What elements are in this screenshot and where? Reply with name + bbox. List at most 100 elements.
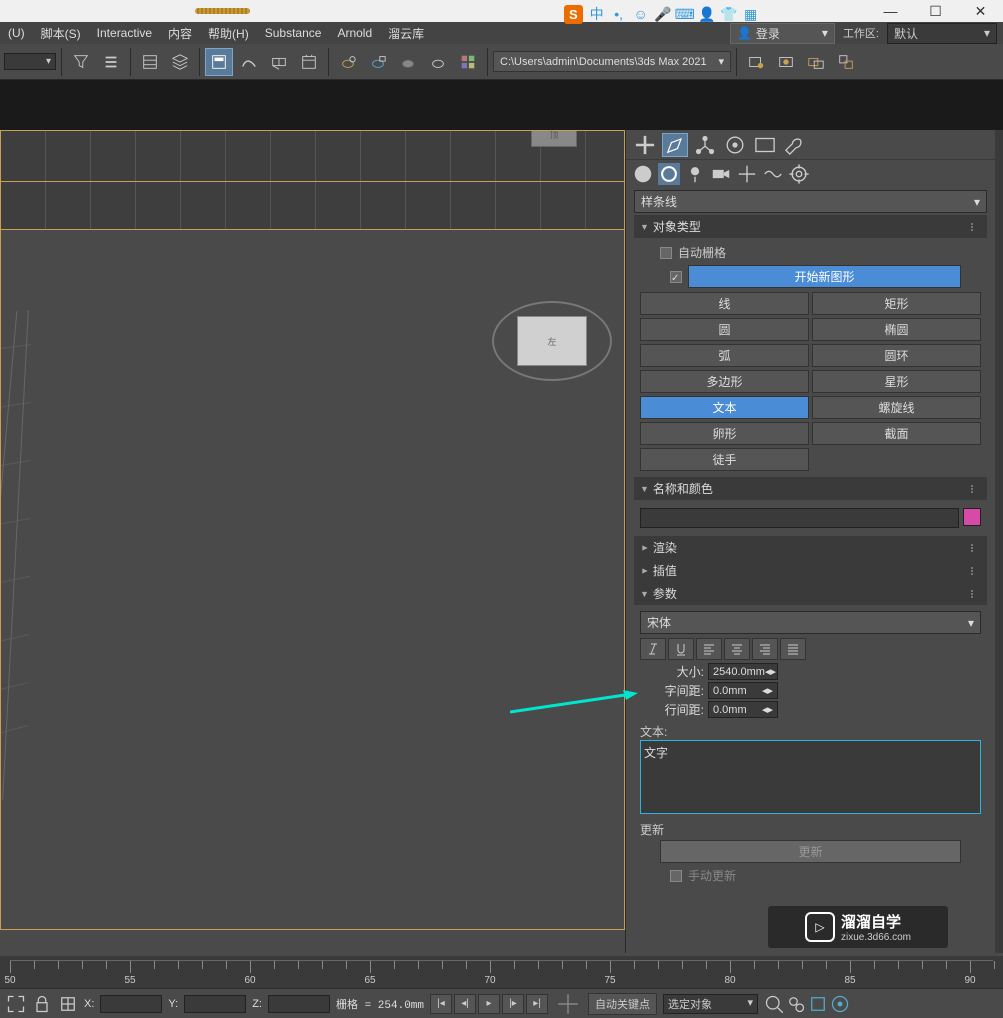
layers-icon[interactable]: [166, 48, 194, 76]
material-editor-icon[interactable]: [454, 48, 482, 76]
rectangle-button[interactable]: 矩形: [812, 292, 981, 315]
size-spinner[interactable]: 2540.0mm◂▸: [708, 663, 778, 680]
zoom-all-icon[interactable]: [786, 994, 806, 1014]
teapot-render-icon[interactable]: [394, 48, 422, 76]
update-button[interactable]: 更新: [660, 840, 961, 863]
params-header[interactable]: ▼ 参数: [634, 582, 987, 605]
project-path[interactable]: C:\Users\admin\Documents\3ds Max 2021▾: [493, 51, 731, 72]
create-tab-icon[interactable]: [632, 133, 658, 157]
goto-start-button[interactable]: |◂: [430, 994, 452, 1014]
emoji-icon[interactable]: ☺: [633, 6, 649, 22]
geometry-icon[interactable]: [632, 163, 654, 185]
menu-u[interactable]: (U): [0, 23, 33, 43]
x-input[interactable]: [100, 995, 162, 1013]
zoom-icon[interactable]: [764, 994, 784, 1014]
menu-cloud[interactable]: 溜云库: [380, 22, 432, 45]
menu-script[interactable]: 脚本(S): [33, 22, 89, 45]
list-icon[interactable]: [97, 48, 125, 76]
viewcube-top-small[interactable]: 顶: [531, 130, 577, 147]
helpers-icon[interactable]: [736, 163, 758, 185]
ngon-button[interactable]: 多边形: [640, 370, 809, 393]
cameras-icon[interactable]: [710, 163, 732, 185]
circle-button[interactable]: 圆: [640, 318, 809, 341]
color-swatch[interactable]: [963, 508, 981, 526]
grid-icon[interactable]: ▦: [743, 6, 759, 22]
italic-button[interactable]: [640, 638, 666, 660]
user-icon[interactable]: 👤: [699, 6, 715, 22]
helix-button[interactable]: 螺旋线: [812, 396, 981, 419]
key-filter-dropdown[interactable]: 选定对象▾: [663, 994, 758, 1014]
workspace-dropdown[interactable]: 默认▾: [887, 23, 997, 44]
curve-editor-icon[interactable]: [235, 48, 263, 76]
schematic-icon[interactable]: [136, 48, 164, 76]
snap-dropdown[interactable]: ▾: [4, 53, 56, 70]
render-state-icon[interactable]: [802, 48, 830, 76]
render-batch-icon[interactable]: [832, 48, 860, 76]
key-mode-icon[interactable]: [554, 994, 582, 1014]
donut-button[interactable]: 圆环: [812, 344, 981, 367]
spacewarps-icon[interactable]: [762, 163, 784, 185]
text-input[interactable]: [640, 740, 981, 814]
lights-icon[interactable]: [684, 163, 706, 185]
mic-icon[interactable]: 🎤: [655, 6, 671, 22]
z-input[interactable]: [268, 995, 330, 1013]
kerning-spinner[interactable]: 0.0mm◂▸: [708, 682, 778, 699]
ime-toolbar[interactable]: S 中 •, ☺ 🎤 ⌨ 👤 👕 ▦: [564, 2, 759, 26]
align-justify-button[interactable]: [780, 638, 806, 660]
render-frame-icon[interactable]: [772, 48, 800, 76]
menu-content[interactable]: 内容: [160, 22, 200, 45]
interp-header[interactable]: ▼ 插值: [634, 559, 987, 582]
menu-arnold[interactable]: Arnold: [329, 23, 380, 43]
menu-help[interactable]: 帮助(H): [200, 22, 257, 45]
close-button[interactable]: ✕: [958, 0, 1003, 22]
next-frame-button[interactable]: |▸: [502, 994, 524, 1014]
section-button[interactable]: 截面: [812, 422, 981, 445]
manual-update-checkbox[interactable]: [670, 870, 682, 882]
minimize-button[interactable]: —: [868, 0, 913, 22]
timeline[interactable]: 505560657075808590: [0, 956, 1003, 988]
lock-icon[interactable]: [32, 994, 52, 1014]
toggle-ribbon-icon[interactable]: [205, 48, 233, 76]
prev-frame-button[interactable]: ◂|: [454, 994, 476, 1014]
start-new-checkbox[interactable]: [670, 271, 682, 283]
align-center-button[interactable]: [724, 638, 750, 660]
timeline-ruler[interactable]: 505560657075808590: [10, 960, 993, 986]
egg-button[interactable]: 卵形: [640, 422, 809, 445]
font-dropdown[interactable]: 宋体▾: [640, 611, 981, 634]
render-header[interactable]: ▼ 渲染: [634, 536, 987, 559]
menu-substance[interactable]: Substance: [257, 23, 330, 43]
motion-tab-icon[interactable]: [722, 133, 748, 157]
zoom-extents-icon[interactable]: [808, 994, 828, 1014]
auto-grid-checkbox[interactable]: [660, 247, 672, 259]
shapes-icon[interactable]: [658, 163, 680, 185]
dope-sheet-icon[interactable]: [265, 48, 293, 76]
orbit-icon[interactable]: [830, 994, 850, 1014]
name-color-header[interactable]: ▼ 名称和颜色: [634, 477, 987, 500]
keyboard-icon[interactable]: ⌨: [677, 6, 693, 22]
lang-icon[interactable]: 中: [589, 6, 605, 22]
line-button[interactable]: 线: [640, 292, 809, 315]
selection-filter-icon[interactable]: [67, 48, 95, 76]
viewport-perspective[interactable]: 左: [0, 230, 625, 930]
freehand-button[interactable]: 徒手: [640, 448, 809, 471]
skin-icon[interactable]: 👕: [721, 6, 737, 22]
align-left-button[interactable]: [696, 638, 722, 660]
y-input[interactable]: [184, 995, 246, 1013]
leading-spinner[interactable]: 0.0mm◂▸: [708, 701, 778, 718]
play-button[interactable]: ▸: [478, 994, 500, 1014]
viewcube-face[interactable]: 左: [517, 316, 587, 366]
ime-icon[interactable]: •,: [611, 6, 627, 22]
ellipse-button[interactable]: 椭圆: [812, 318, 981, 341]
hierarchy-tab-icon[interactable]: [692, 133, 718, 157]
maximize-button[interactable]: ☐: [913, 0, 958, 22]
text-button[interactable]: 文本: [640, 396, 809, 419]
maximize-viewport-icon[interactable]: [6, 994, 26, 1014]
menu-interactive[interactable]: Interactive: [89, 23, 160, 43]
calendar-icon[interactable]: [295, 48, 323, 76]
viewport-top[interactable]: 顶: [0, 130, 625, 230]
start-new-button[interactable]: 开始新图形: [688, 265, 961, 288]
star-button[interactable]: 星形: [812, 370, 981, 393]
teapot-frame-icon[interactable]: [364, 48, 392, 76]
arc-button[interactable]: 弧: [640, 344, 809, 367]
render-setup-icon[interactable]: [742, 48, 770, 76]
